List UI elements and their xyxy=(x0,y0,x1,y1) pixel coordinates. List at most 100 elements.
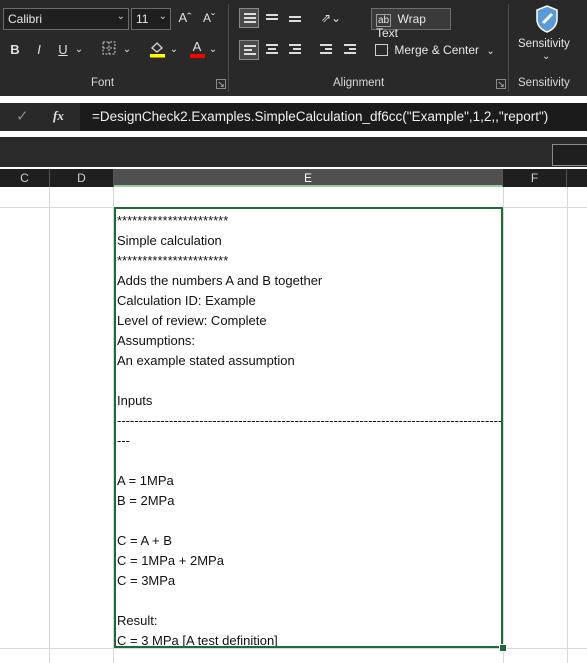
increase-font-icon: Aˆ xyxy=(178,10,192,25)
cell-line: A = 1MPa xyxy=(117,473,174,488)
font-name-value: Calibri xyxy=(8,12,43,26)
font-name-dropdown[interactable]: Calibri ⌄ xyxy=(3,8,129,30)
checkmark-icon[interactable]: ✓ xyxy=(16,107,29,125)
gridline xyxy=(567,187,568,663)
italic-icon: I xyxy=(37,42,41,57)
align-right-button[interactable] xyxy=(285,40,305,60)
gridline xyxy=(503,187,504,663)
cell-line: ********************** xyxy=(117,213,229,228)
formula-bar: ✓ fx =DesignCheck2.Examples.SimpleCalcul… xyxy=(0,103,587,131)
align-left-button[interactable] xyxy=(239,40,259,60)
cell-line: Assumptions: xyxy=(117,333,196,348)
font-color-dropdown[interactable]: ⌄ xyxy=(207,41,219,59)
middle-align-button[interactable] xyxy=(262,8,282,28)
cell-line: C = 3 MPa [A test definition] xyxy=(117,633,278,648)
column-header-f[interactable]: F xyxy=(503,169,567,187)
cell-line: ********************** xyxy=(117,253,229,268)
align-center-icon xyxy=(266,44,278,55)
selected-cell-e[interactable]: ********************** Simple calculation… xyxy=(114,207,503,648)
sensitivity-group-label: Sensitivity xyxy=(518,77,570,89)
merge-icon xyxy=(375,44,388,56)
bold-button[interactable]: B xyxy=(8,41,22,59)
column-header-d[interactable]: D xyxy=(50,169,114,187)
cell-line: An example stated assumption xyxy=(117,353,295,368)
mini-input-box[interactable] xyxy=(552,144,587,166)
chevron-down-icon: ⌄ xyxy=(486,46,495,57)
cell-line xyxy=(117,451,501,471)
font-size-value: 11 xyxy=(136,12,149,26)
merge-center-button[interactable]: Merge & Center ⌄ xyxy=(371,40,499,62)
italic-button[interactable]: I xyxy=(32,41,46,59)
borders-button[interactable] xyxy=(99,41,119,60)
font-color-icon: A xyxy=(192,39,202,54)
cell-line: Result: xyxy=(117,613,158,628)
cell-line: Adds the numbers A and B together xyxy=(117,273,323,288)
paint-bucket-icon xyxy=(150,42,165,58)
cell-line: Calculation ID: Example xyxy=(117,293,256,308)
bottom-align-icon xyxy=(289,16,301,27)
cell-content: ********************** Simple calculation… xyxy=(117,211,501,648)
ribbon: Calibri ⌄ 11 ⌄ Aˆ Aˇ B I U ⌄ ⌄ ⌄ A ⌄ Fon… xyxy=(0,0,587,96)
increase-indent-button[interactable] xyxy=(340,40,360,60)
sensitivity-button-label: Sensitivity xyxy=(518,38,570,50)
column-header-c[interactable]: C xyxy=(0,169,50,187)
cell-line: Level of review: Complete xyxy=(117,313,267,328)
fill-color-button[interactable] xyxy=(147,40,167,63)
align-center-button[interactable] xyxy=(262,40,282,60)
wrap-text-button[interactable]: ab Wrap Text xyxy=(371,8,451,40)
decrease-indent-button[interactable] xyxy=(316,40,336,60)
bottom-align-button[interactable] xyxy=(285,8,305,28)
increase-font-size-button[interactable]: Aˆ xyxy=(176,9,194,27)
cell-line: B = 2MPa xyxy=(117,493,175,508)
formula-input[interactable]: =DesignCheck2.Examples.SimpleCalculation… xyxy=(92,109,548,124)
font-color-button[interactable]: A xyxy=(188,40,206,58)
sensitivity-button[interactable]: Sensitivity ⌄ xyxy=(512,4,584,68)
cell-line xyxy=(117,511,501,531)
decrease-font-icon: Aˇ xyxy=(203,11,215,25)
bold-icon: B xyxy=(10,42,20,57)
toolbar-strip xyxy=(0,137,587,167)
chevron-down-icon: ⌄ xyxy=(542,51,551,62)
column-header-e[interactable]: E xyxy=(114,169,503,187)
cell-line xyxy=(117,591,501,611)
cell-line: --- xyxy=(117,433,130,448)
fx-icon[interactable]: fx xyxy=(53,108,64,124)
column-headers: C D E F xyxy=(0,169,587,187)
increase-indent-icon xyxy=(344,44,356,55)
alignment-group-label: Alignment xyxy=(333,77,385,89)
cell-line: C = A + B xyxy=(117,533,172,548)
sensitivity-shield-icon xyxy=(536,5,558,33)
borders-dropdown[interactable]: ⌄ xyxy=(121,41,133,59)
column-header-next[interactable] xyxy=(567,169,587,187)
cell-line: Simple calculation xyxy=(117,233,222,248)
align-left-icon xyxy=(244,45,256,56)
font-color-swatch xyxy=(189,54,205,58)
decrease-font-size-button[interactable]: Aˇ xyxy=(200,9,218,27)
cell-line: C = 3MPa xyxy=(117,573,176,588)
cell-line: C = 1MPa + 2MPa xyxy=(117,553,224,568)
chevron-down-icon: ⌄ xyxy=(158,11,167,22)
fill-color-dropdown[interactable]: ⌄ xyxy=(168,41,180,59)
cell-line: ----------------------------------------… xyxy=(117,413,501,428)
decrease-indent-icon xyxy=(320,44,332,55)
font-size-dropdown[interactable]: 11 ⌄ xyxy=(131,8,171,30)
separator xyxy=(508,4,509,92)
cell-line: Inputs xyxy=(117,393,153,408)
text-orientation-icon: ⇗⌄ xyxy=(320,11,342,25)
orientation-button[interactable]: ⇗⌄ xyxy=(316,9,346,27)
top-align-button[interactable] xyxy=(239,8,259,28)
underline-button[interactable]: U xyxy=(56,41,70,59)
chevron-down-icon: ⌄ xyxy=(116,11,125,22)
gridline xyxy=(49,187,50,663)
borders-icon xyxy=(102,41,116,55)
underline-icon: U xyxy=(58,42,68,57)
middle-align-icon xyxy=(266,14,278,25)
font-group-label: Font xyxy=(91,77,115,89)
underline-dropdown[interactable]: ⌄ xyxy=(73,41,85,59)
alignment-dialog-launcher[interactable]: ↘ xyxy=(496,79,506,89)
font-dialog-launcher[interactable]: ↘ xyxy=(216,79,226,89)
separator xyxy=(228,4,229,92)
merge-center-label: Merge & Center xyxy=(394,43,480,57)
cell-line xyxy=(117,371,501,391)
fill-handle[interactable] xyxy=(499,644,507,652)
